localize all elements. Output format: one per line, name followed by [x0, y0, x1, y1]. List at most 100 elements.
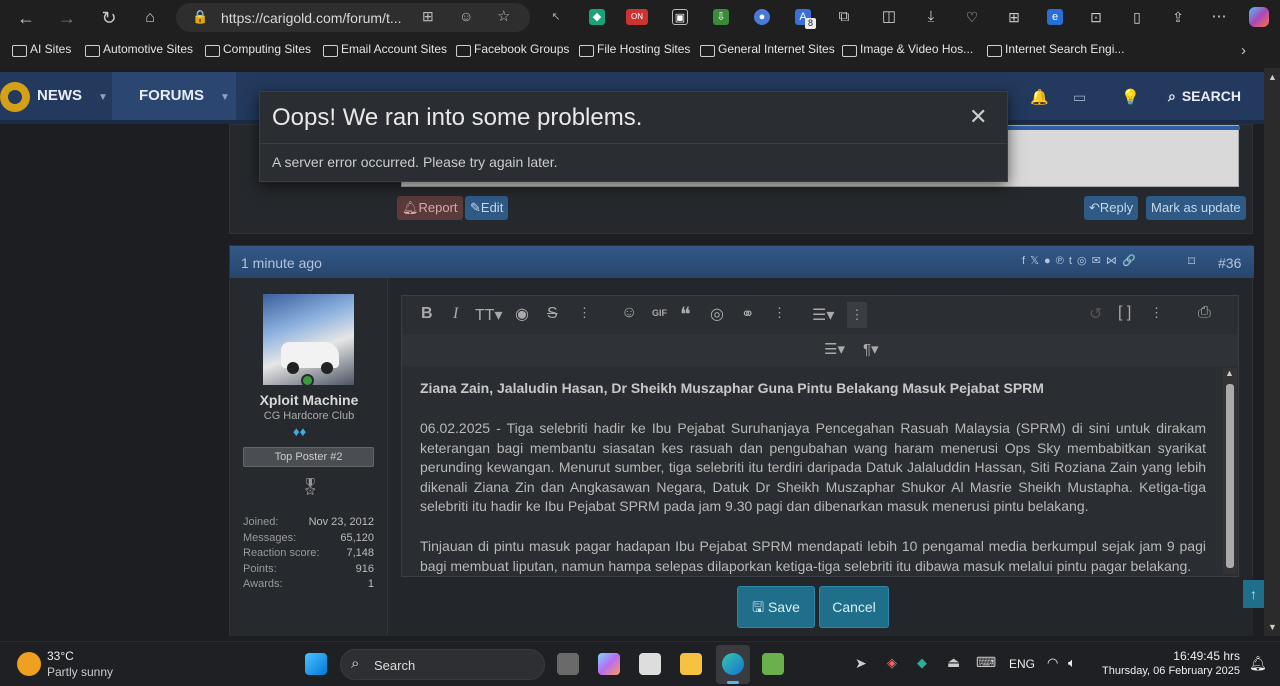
task-view-icon[interactable] — [557, 653, 579, 675]
italic-icon[interactable]: I — [453, 305, 458, 323]
username[interactable]: Xploit Machine — [230, 392, 388, 408]
list-icon[interactable]: ☰▾ — [812, 305, 834, 325]
address-bar[interactable]: 🔒 https://carigold.com/forum/t... ⊞ ☺ ☆ — [176, 3, 530, 32]
notification-bell-icon[interactable]: 🔔︎ — [1249, 655, 1267, 672]
home-icon[interactable]: ⌂ — [136, 4, 164, 32]
extension-on-icon[interactable]: ON — [626, 9, 648, 25]
reply-button[interactable]: ↶Reply — [1084, 196, 1139, 220]
emoji-icon[interactable]: ☺ — [621, 304, 637, 322]
cursor-extension-icon[interactable]: ↖ — [548, 9, 564, 25]
scroll-down-icon[interactable]: ▼ — [1268, 622, 1277, 632]
nav-tab-news[interactable]: NEWS ▼ — [37, 72, 108, 124]
report-button[interactable]: 🔔︎Report — [397, 196, 463, 220]
chevron-down-icon[interactable]: ▼ — [98, 92, 108, 103]
usb-icon[interactable]: ⏏ — [947, 654, 960, 671]
refresh-icon[interactable]: ↻ — [95, 4, 123, 32]
weather-icon[interactable] — [17, 652, 41, 676]
site-logo[interactable] — [0, 82, 30, 112]
paragraph-icon[interactable]: ¶▾ — [863, 340, 879, 358]
inbox-icon[interactable]: ▭ — [1073, 89, 1086, 106]
strikethrough-icon[interactable]: S — [547, 305, 558, 323]
avatar[interactable] — [263, 294, 354, 385]
spoiler-hide-icon[interactable]: ◎ — [710, 304, 724, 324]
chevron-down-icon[interactable]: ▼ — [220, 92, 230, 103]
bookmark-folder[interactable]: File Hosting Sites — [577, 42, 690, 60]
image-extension-icon[interactable]: ▣ — [672, 9, 688, 25]
text-size-icon[interactable]: TT▾ — [475, 305, 503, 325]
wifi-icon[interactable]: ◠ — [1047, 655, 1058, 671]
bookmark-folder[interactable]: Email Account Sites — [321, 42, 447, 60]
bookmark-folder[interactable]: General Internet Sites — [698, 42, 835, 60]
more-vertical-icon[interactable]: ⋮ — [1150, 305, 1163, 321]
bookmark-folder[interactable]: Computing Sites — [203, 42, 311, 60]
bookmark-icon[interactable]: ⌑ — [1188, 253, 1195, 270]
post-time[interactable]: 1 minute ago — [241, 255, 322, 271]
medal-icon[interactable]: 🎖 — [300, 477, 320, 499]
app-icon[interactable]: ⊞ — [422, 8, 434, 25]
quote-icon[interactable]: ❝ — [680, 302, 691, 327]
nav-search[interactable]: ⌕ SEARCH — [1168, 72, 1241, 124]
store-icon[interactable] — [639, 653, 661, 675]
preview-icon[interactable]: ⎙ — [1198, 304, 1211, 322]
scroll-up-icon[interactable]: ▲ — [1225, 368, 1234, 378]
page-scrollbar[interactable]: ▲ ▼ — [1264, 68, 1280, 636]
downloads-icon[interactable]: ⤓ — [923, 9, 939, 25]
share-icons[interactable]: f 𝕏 ● ℗ t ◎ ✉ ⋈ 🔗 — [1022, 254, 1137, 267]
taskbar-search[interactable]: ⌕ Search — [340, 649, 545, 680]
gif-icon[interactable]: GIF — [652, 308, 667, 318]
scroll-up-icon[interactable]: ▲ — [1268, 72, 1277, 82]
edge-extension-icon[interactable]: e — [1047, 9, 1063, 25]
edge-app-active[interactable] — [716, 645, 750, 684]
bbcode-brackets-icon[interactable]: [ ] — [1118, 304, 1131, 322]
mark-as-update-button[interactable]: Mark as update — [1146, 196, 1246, 220]
volume-icon[interactable]: 🔈︎ — [1068, 655, 1076, 671]
sidebar-toggle-icon[interactable]: ▯ — [1129, 9, 1145, 25]
close-icon[interactable]: ✕ — [969, 104, 987, 130]
bookmarks-overflow-chevron-icon[interactable]: › — [1241, 42, 1246, 59]
clock-date[interactable]: Thursday, 06 February 2025 — [1090, 665, 1240, 677]
windows-start-icon[interactable] — [305, 653, 327, 675]
tray-security-icon[interactable]: ◆ — [917, 655, 927, 671]
notepad-app-icon[interactable] — [762, 653, 784, 675]
collections-icon[interactable]: ⊞ — [1006, 9, 1022, 25]
favorite-star-icon[interactable]: ☆ — [497, 7, 510, 25]
palette-icon[interactable]: ◉ — [515, 304, 529, 324]
screenshot-icon[interactable]: ⊡ — [1088, 9, 1104, 25]
split-screen-icon[interactable]: ◫ — [881, 9, 897, 25]
copilot-icon[interactable] — [1249, 7, 1269, 27]
extensions-puzzle-icon[interactable]: ⧉ — [836, 9, 852, 25]
bell-icon[interactable]: 🔔 — [1030, 88, 1049, 106]
undo-icon[interactable]: ↺ — [1089, 304, 1102, 324]
back-icon[interactable]: ← — [12, 4, 40, 32]
bookmark-folder[interactable]: Automotive Sites — [83, 42, 193, 60]
editor-scrollbar[interactable]: ▲ — [1223, 368, 1237, 574]
bold-icon[interactable]: B — [421, 305, 433, 323]
bookmark-folder[interactable]: Facebook Groups — [454, 42, 569, 60]
copilot-app-icon[interactable] — [598, 653, 620, 675]
save-button[interactable]: 🖫 Save — [737, 586, 815, 628]
extension-blue-icon[interactable]: ● — [754, 9, 770, 25]
post-number[interactable]: #36 — [1218, 255, 1241, 271]
telegram-icon[interactable]: ➤ — [855, 655, 867, 672]
more-vertical-icon[interactable]: ⋮ — [578, 305, 591, 321]
nav-tab-forums[interactable]: FORUMS ▼ — [112, 72, 236, 124]
align-icon[interactable]: ☰▾ — [824, 340, 845, 358]
scroll-to-top-icon[interactable]: ↑ — [1243, 580, 1264, 608]
lightbulb-icon[interactable]: 💡 — [1121, 88, 1140, 106]
share-icon[interactable]: ⇪ — [1170, 9, 1186, 25]
keyboard-icon[interactable]: ⌨ — [976, 654, 996, 671]
file-explorer-icon[interactable] — [680, 653, 702, 675]
editor-content[interactable]: Ziana Zain, Jalaludin Hasan, Dr Sheikh M… — [402, 366, 1238, 576]
bookmark-folder[interactable]: Image & Video Hos... — [840, 42, 973, 60]
bookmark-folder[interactable]: AI Sites — [10, 42, 71, 60]
edit-button[interactable]: ✎Edit — [465, 196, 509, 220]
cancel-button[interactable]: Cancel — [819, 586, 889, 628]
tray-app-icon[interactable]: ◈ — [887, 655, 897, 671]
bookmark-folder[interactable]: Internet Search Engi... — [985, 42, 1124, 60]
performance-icon[interactable]: ♡ — [964, 9, 980, 25]
more-vertical-icon[interactable]: ⋮ — [773, 305, 786, 321]
more-dots-icon[interactable]: ☺ — [459, 8, 473, 24]
language-indicator[interactable]: ENG — [1009, 657, 1035, 671]
settings-more-icon[interactable]: ⋯ — [1211, 9, 1227, 25]
extension-green-icon[interactable]: ◆ — [589, 9, 605, 25]
